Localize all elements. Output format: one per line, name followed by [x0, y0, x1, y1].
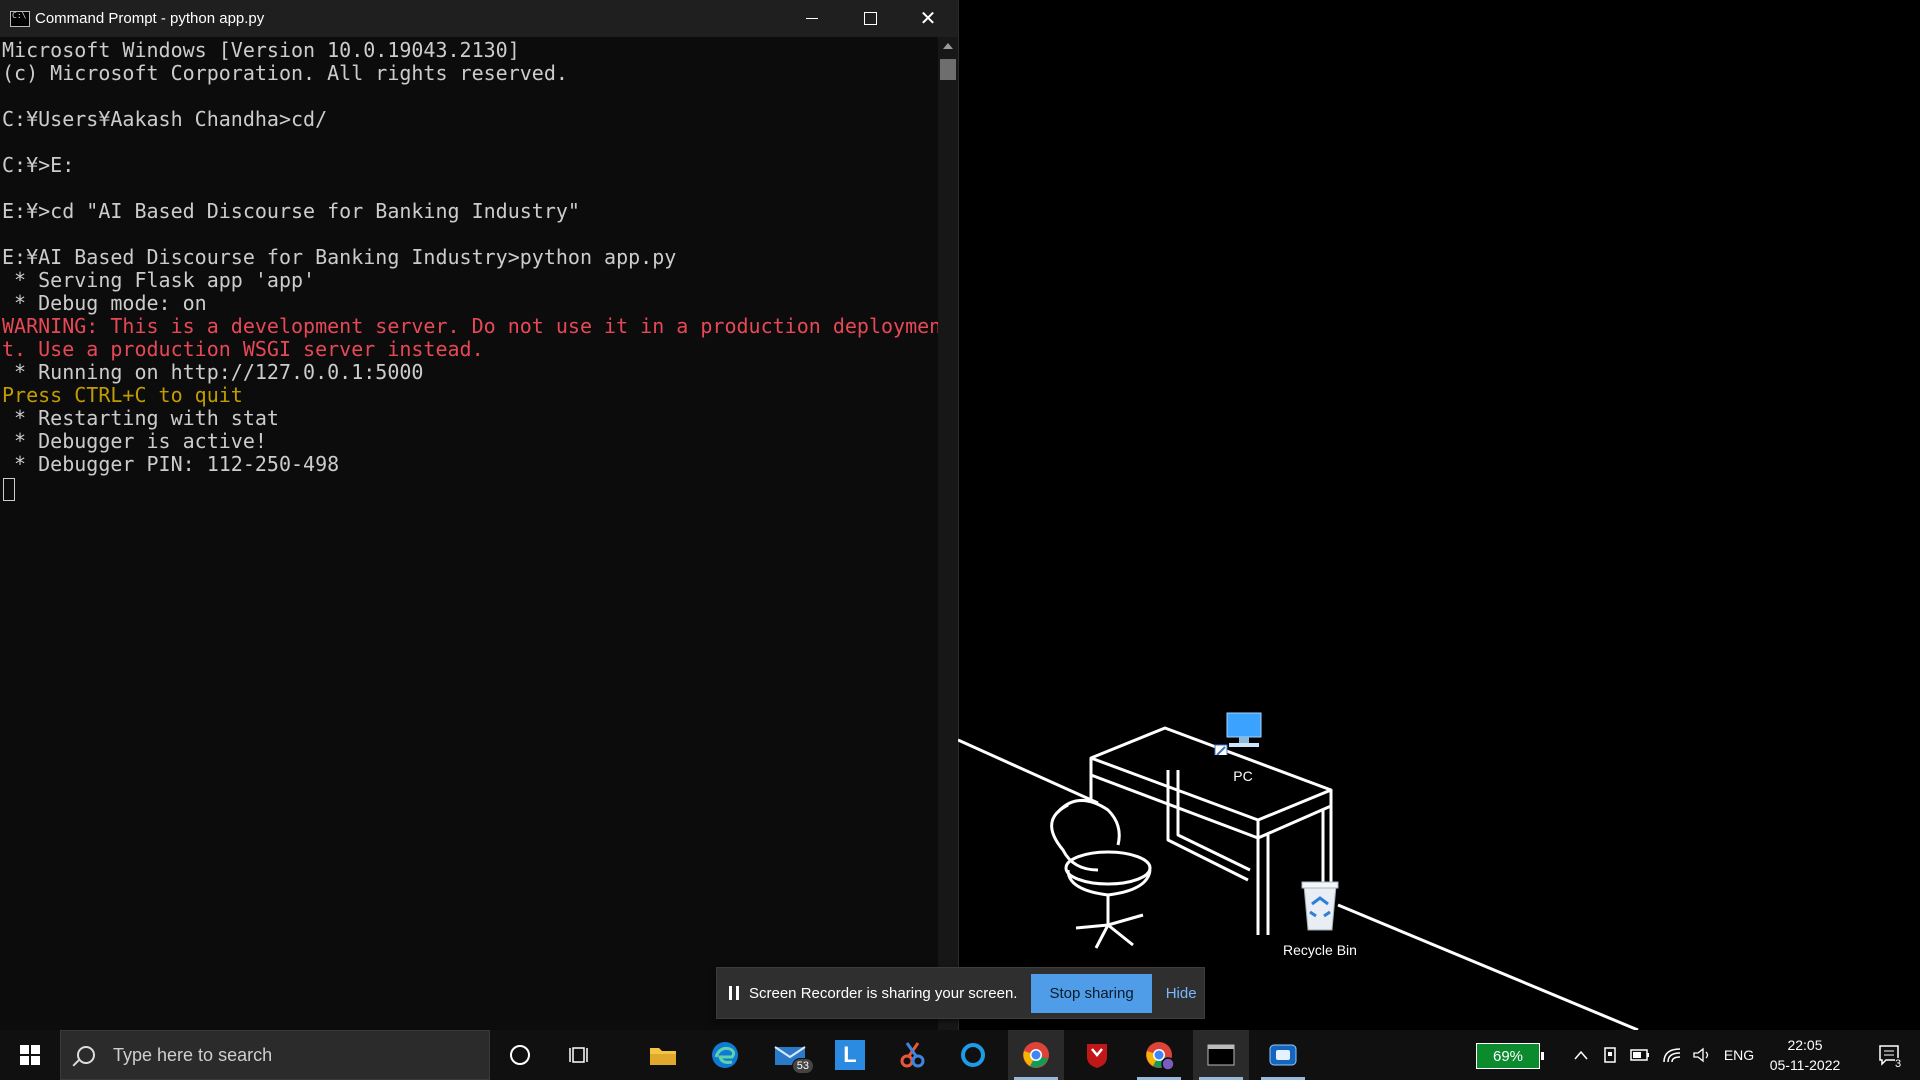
desktop-icon-recycle-bin[interactable]: Recycle Bin — [1260, 880, 1380, 960]
speaker-icon — [1693, 1047, 1709, 1063]
battery-icon — [1630, 1049, 1649, 1061]
console-line: E:¥>cd "AI Based Discourse for Banking I… — [2, 199, 580, 223]
scroll-thumb[interactable] — [940, 59, 956, 80]
console-line: (c) Microsoft Corporation. All rights re… — [2, 61, 568, 85]
desktop-icon-pc[interactable]: PC — [1183, 705, 1303, 795]
console-line: t. Use a production WSGI server instead. — [2, 337, 484, 361]
maximize-button[interactable] — [841, 0, 899, 37]
screen-sharing-bar: Screen Recorder is sharing your screen. … — [716, 967, 1205, 1019]
windows-logo-icon — [20, 1045, 40, 1065]
scroll-up-icon[interactable] — [943, 43, 953, 49]
console-line: * Serving Flask app 'app' — [2, 268, 316, 292]
snip-icon — [900, 1042, 925, 1068]
l-app-button[interactable]: L — [822, 1030, 878, 1080]
ring-app-button[interactable] — [945, 1030, 1001, 1080]
clock-date: 05-11-2022 — [1769, 1057, 1841, 1073]
battery-tray-button[interactable] — [1627, 1030, 1653, 1080]
search-icon — [77, 1046, 95, 1064]
title-bar[interactable]: Command Prompt - python app.py ✕ — [0, 0, 958, 37]
close-icon: ✕ — [919, 7, 937, 30]
network-tray-button[interactable] — [1659, 1030, 1685, 1080]
desk-wallpaper — [958, 726, 1639, 1030]
chevron-up-icon — [1574, 1050, 1588, 1060]
clock[interactable]: 22:05 05-11-2022 — [1760, 1030, 1850, 1080]
console-line: * Restarting with stat — [2, 406, 279, 430]
command-prompt-window[interactable]: Command Prompt - python app.py ✕ Microso… — [0, 0, 959, 1030]
cortana-icon — [510, 1045, 530, 1065]
console-line: * Debug mode: on — [2, 291, 207, 315]
cortana-button[interactable] — [492, 1030, 548, 1080]
recorder-icon — [1269, 1044, 1297, 1066]
command-prompt-taskbar-button[interactable] — [1193, 1030, 1249, 1080]
start-button[interactable] — [0, 1030, 60, 1080]
cmd-icon — [1207, 1044, 1235, 1066]
console-line: C:¥>E: — [2, 153, 75, 177]
show-hidden-icons-button[interactable] — [1568, 1030, 1594, 1080]
mail-badge: 53 — [791, 1058, 814, 1074]
chrome-button[interactable] — [1008, 1030, 1064, 1080]
l-app-glyph: L — [843, 1042, 857, 1067]
device-icon — [1604, 1047, 1616, 1063]
taskbar: Type here to search 53 L 69% ENG 22:05 0… — [0, 1030, 1920, 1080]
sharing-message: Screen Recorder is sharing your screen. — [749, 984, 1018, 1002]
console-line: C:¥Users¥Aakash Chandha>cd/ — [2, 107, 328, 131]
console-line: Microsoft Windows [Version 10.0.19043.21… — [2, 38, 520, 62]
desktop: PC Recycle Bin — [958, 0, 1920, 1030]
vertical-scrollbar[interactable] — [938, 37, 958, 1030]
ring-app-icon — [961, 1043, 985, 1067]
minimize-button[interactable] — [783, 0, 841, 37]
command-prompt-icon — [10, 11, 30, 27]
chrome-icon — [1023, 1042, 1049, 1068]
console-cursor — [3, 478, 15, 501]
recycle-bin-label: Recycle Bin — [1283, 942, 1357, 958]
minimize-icon — [806, 18, 818, 19]
console-line: WARNING: This is a development server. D… — [2, 314, 938, 338]
recycle-bin-icon — [1301, 881, 1339, 931]
chrome-profile-icon — [1146, 1042, 1174, 1070]
wifi-icon — [1663, 1048, 1681, 1063]
close-button[interactable]: ✕ — [899, 0, 957, 37]
battery-indicator[interactable]: 69% — [1476, 1043, 1544, 1069]
volume-tray-button[interactable] — [1689, 1030, 1715, 1080]
folder-icon — [650, 1048, 676, 1065]
mail-button[interactable]: 53 — [762, 1030, 818, 1080]
snip-button[interactable] — [884, 1030, 940, 1080]
edge-icon — [712, 1042, 738, 1068]
mcafee-button[interactable] — [1069, 1030, 1125, 1080]
screen-recorder-button[interactable] — [1255, 1030, 1311, 1080]
pc-icon — [1214, 712, 1262, 755]
file-explorer-button[interactable] — [635, 1030, 691, 1080]
console-line: * Debugger is active! — [2, 429, 267, 453]
search-box[interactable]: Type here to search — [60, 1030, 490, 1080]
task-view-button[interactable] — [552, 1030, 608, 1080]
notification-center-button[interactable]: 3 — [1865, 1030, 1915, 1080]
console-line: E:¥AI Based Discourse for Banking Indust… — [2, 245, 677, 269]
console-line: Press CTRL+C to quit — [2, 383, 243, 407]
stop-sharing-button[interactable]: Stop sharing — [1031, 973, 1152, 1013]
maximize-icon — [863, 12, 877, 25]
mcafee-icon — [1087, 1044, 1107, 1068]
pc-label: PC — [1233, 768, 1253, 784]
language-indicator[interactable]: ENG — [1721, 1030, 1757, 1080]
window-title: Command Prompt - python app.py — [35, 10, 265, 27]
device-tray-button[interactable] — [1597, 1030, 1623, 1080]
l-app-icon: L — [835, 1040, 865, 1070]
task-view-icon — [569, 1047, 588, 1063]
hide-button[interactable]: Hide — [1166, 985, 1197, 1002]
console-output[interactable]: Microsoft Windows [Version 10.0.19043.21… — [0, 37, 938, 1030]
clock-time: 22:05 — [1787, 1037, 1823, 1053]
notification-count: 3 — [1895, 1058, 1902, 1070]
pause-icon[interactable] — [729, 986, 739, 1000]
chrome-profile-button[interactable] — [1131, 1030, 1187, 1080]
console-line: * Running on http://127.0.0.1:5000 — [2, 360, 424, 384]
edge-button[interactable] — [697, 1030, 753, 1080]
search-placeholder: Type here to search — [113, 1044, 273, 1065]
console-line: * Debugger PIN: 112-250-498 — [2, 452, 340, 476]
